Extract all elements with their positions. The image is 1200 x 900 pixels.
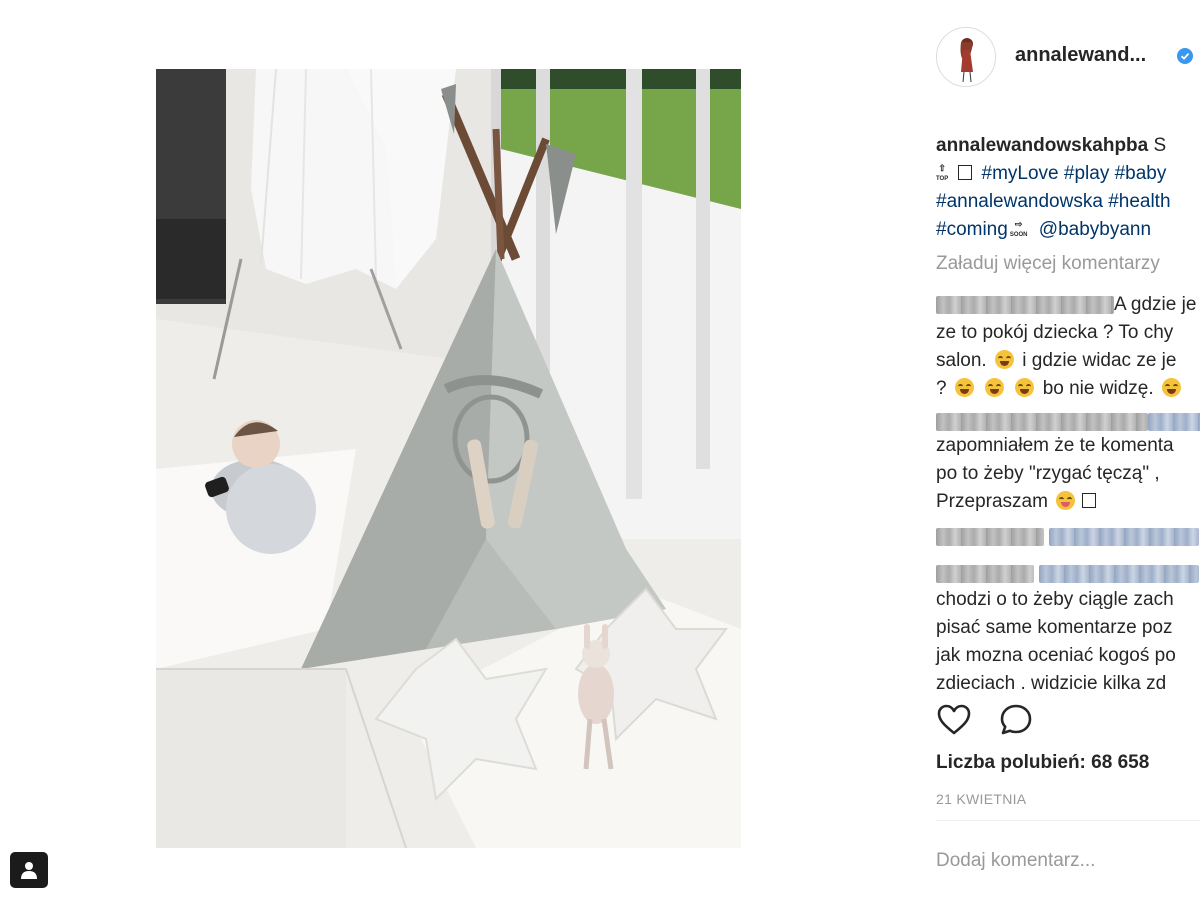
laughing-emoji-icon — [1161, 378, 1181, 397]
missing-glyph-icon — [958, 165, 973, 180]
load-more-comments-button[interactable]: Załaduj więcej komentarzy — [936, 253, 1160, 275]
post-username[interactable]: annalewand... — [1015, 44, 1146, 67]
soon-arrow-icon: ⇨ SOON — [1009, 218, 1028, 238]
blurred-mention[interactable] — [1148, 412, 1200, 431]
comment-text: zdieciach . widzicie kilka zd — [936, 673, 1167, 694]
post-photo-illustration — [156, 69, 741, 848]
post-header: annalewand... — [908, 0, 1200, 110]
comment-line: salon. i gdzie widac ze je — [936, 347, 1200, 375]
caption-text: S — [1153, 135, 1167, 156]
comment-line — [936, 560, 1200, 586]
hashtag-play[interactable]: #play — [1064, 163, 1109, 184]
laughing-emoji-icon — [1015, 378, 1035, 397]
comment-item: zapomniałem że te komenta po to żeby "rz… — [936, 408, 1200, 516]
likes-count[interactable]: Liczba polubień: 68 658 — [936, 752, 1149, 774]
comment-bubble-icon[interactable] — [998, 702, 1034, 738]
blurred-mention[interactable] — [1049, 527, 1200, 546]
post-actions — [936, 702, 1056, 742]
hashtag-health[interactable]: #health — [1108, 191, 1170, 212]
comment-item: A gdzie je ze to pokój dziecka ? To chy … — [936, 291, 1200, 403]
post-media-area — [0, 0, 908, 900]
post-sidebar: annalewand... annalewandowskahpba S ⇧ TOP… — [908, 0, 1200, 900]
comment-line — [936, 408, 1200, 432]
post-date[interactable]: 21 KWIETNIA — [936, 791, 1026, 807]
comment-text: A gdzie je — [1114, 294, 1197, 315]
blurred-username[interactable] — [936, 412, 1148, 431]
mention-babybyann[interactable]: @babybyann — [1039, 219, 1151, 240]
comment-text: ze to pokój dziecka ? To chy — [936, 322, 1174, 343]
post-photo[interactable] — [156, 69, 741, 848]
caption-line-4: #coming ⇨ SOON @babybyann — [936, 216, 1200, 244]
avatar-image — [937, 28, 995, 86]
caption-username[interactable]: annalewandowskahpba — [936, 135, 1148, 156]
blurred-username[interactable] — [936, 564, 1034, 583]
comment-text: bo nie widzę. — [1042, 378, 1154, 399]
laughing-emoji-icon — [985, 378, 1005, 397]
top-arrow-icon: ⇧ TOP — [936, 162, 949, 182]
comment-text: ? — [936, 378, 947, 399]
tag-people-button[interactable] — [10, 852, 48, 888]
winking-tongue-emoji-icon — [1056, 491, 1076, 510]
top-glyph-text: TOP — [936, 175, 949, 182]
comment-text: chodzi o to żeby ciągle zach — [936, 589, 1174, 610]
heart-icon[interactable] — [936, 702, 972, 738]
caption-line-2: ⇧ TOP #myLove #play #baby — [936, 160, 1200, 188]
hashtag-coming[interactable]: #coming — [936, 219, 1008, 240]
laughing-emoji-icon — [994, 350, 1014, 369]
missing-glyph-icon — [1082, 493, 1097, 508]
soon-glyph-text: SOON — [1009, 231, 1028, 238]
comment-item: chodzi o to żeby ciągle zach pisać same … — [936, 560, 1200, 698]
comment-text: jak mozna oceniać kogoś po — [936, 645, 1176, 666]
comment-text: Przepraszam — [936, 491, 1048, 512]
add-comment-input[interactable] — [936, 848, 1200, 874]
comment-line: A gdzie je — [936, 291, 1200, 319]
avatar[interactable] — [936, 27, 996, 87]
comment-text: i gdzie widac ze je — [1022, 350, 1177, 371]
hashtag-baby[interactable]: #baby — [1115, 163, 1167, 184]
divider — [936, 820, 1200, 821]
person-tag-icon — [21, 862, 37, 879]
hashtag-annalewandowska[interactable]: #annalewandowska — [936, 191, 1103, 212]
blurred-username[interactable] — [936, 527, 1044, 546]
blurred-mention[interactable] — [1039, 564, 1200, 583]
comment-item — [936, 523, 1200, 551]
comment-text: po to żeby "rzygać tęczą" , — [936, 463, 1160, 484]
blurred-username[interactable] — [936, 295, 1114, 314]
caption-line-3: #annalewandowska #health — [936, 188, 1200, 216]
laughing-emoji-icon — [954, 378, 974, 397]
hashtag-mylove[interactable]: #myLove — [982, 163, 1059, 184]
comment-line: Przepraszam — [936, 488, 1200, 516]
post-caption: annalewandowskahpba S ⇧ TOP #myLove #play… — [936, 132, 1200, 244]
comment-text: salon. — [936, 350, 987, 371]
comment-text: pisać same komentarze poz — [936, 617, 1173, 638]
caption-line-1: annalewandowskahpba S — [936, 132, 1200, 160]
comment-line: ? bo nie widzę. — [936, 375, 1200, 403]
verified-badge-icon — [1177, 48, 1193, 64]
comment-text: zapomniałem że te komenta — [936, 435, 1174, 456]
